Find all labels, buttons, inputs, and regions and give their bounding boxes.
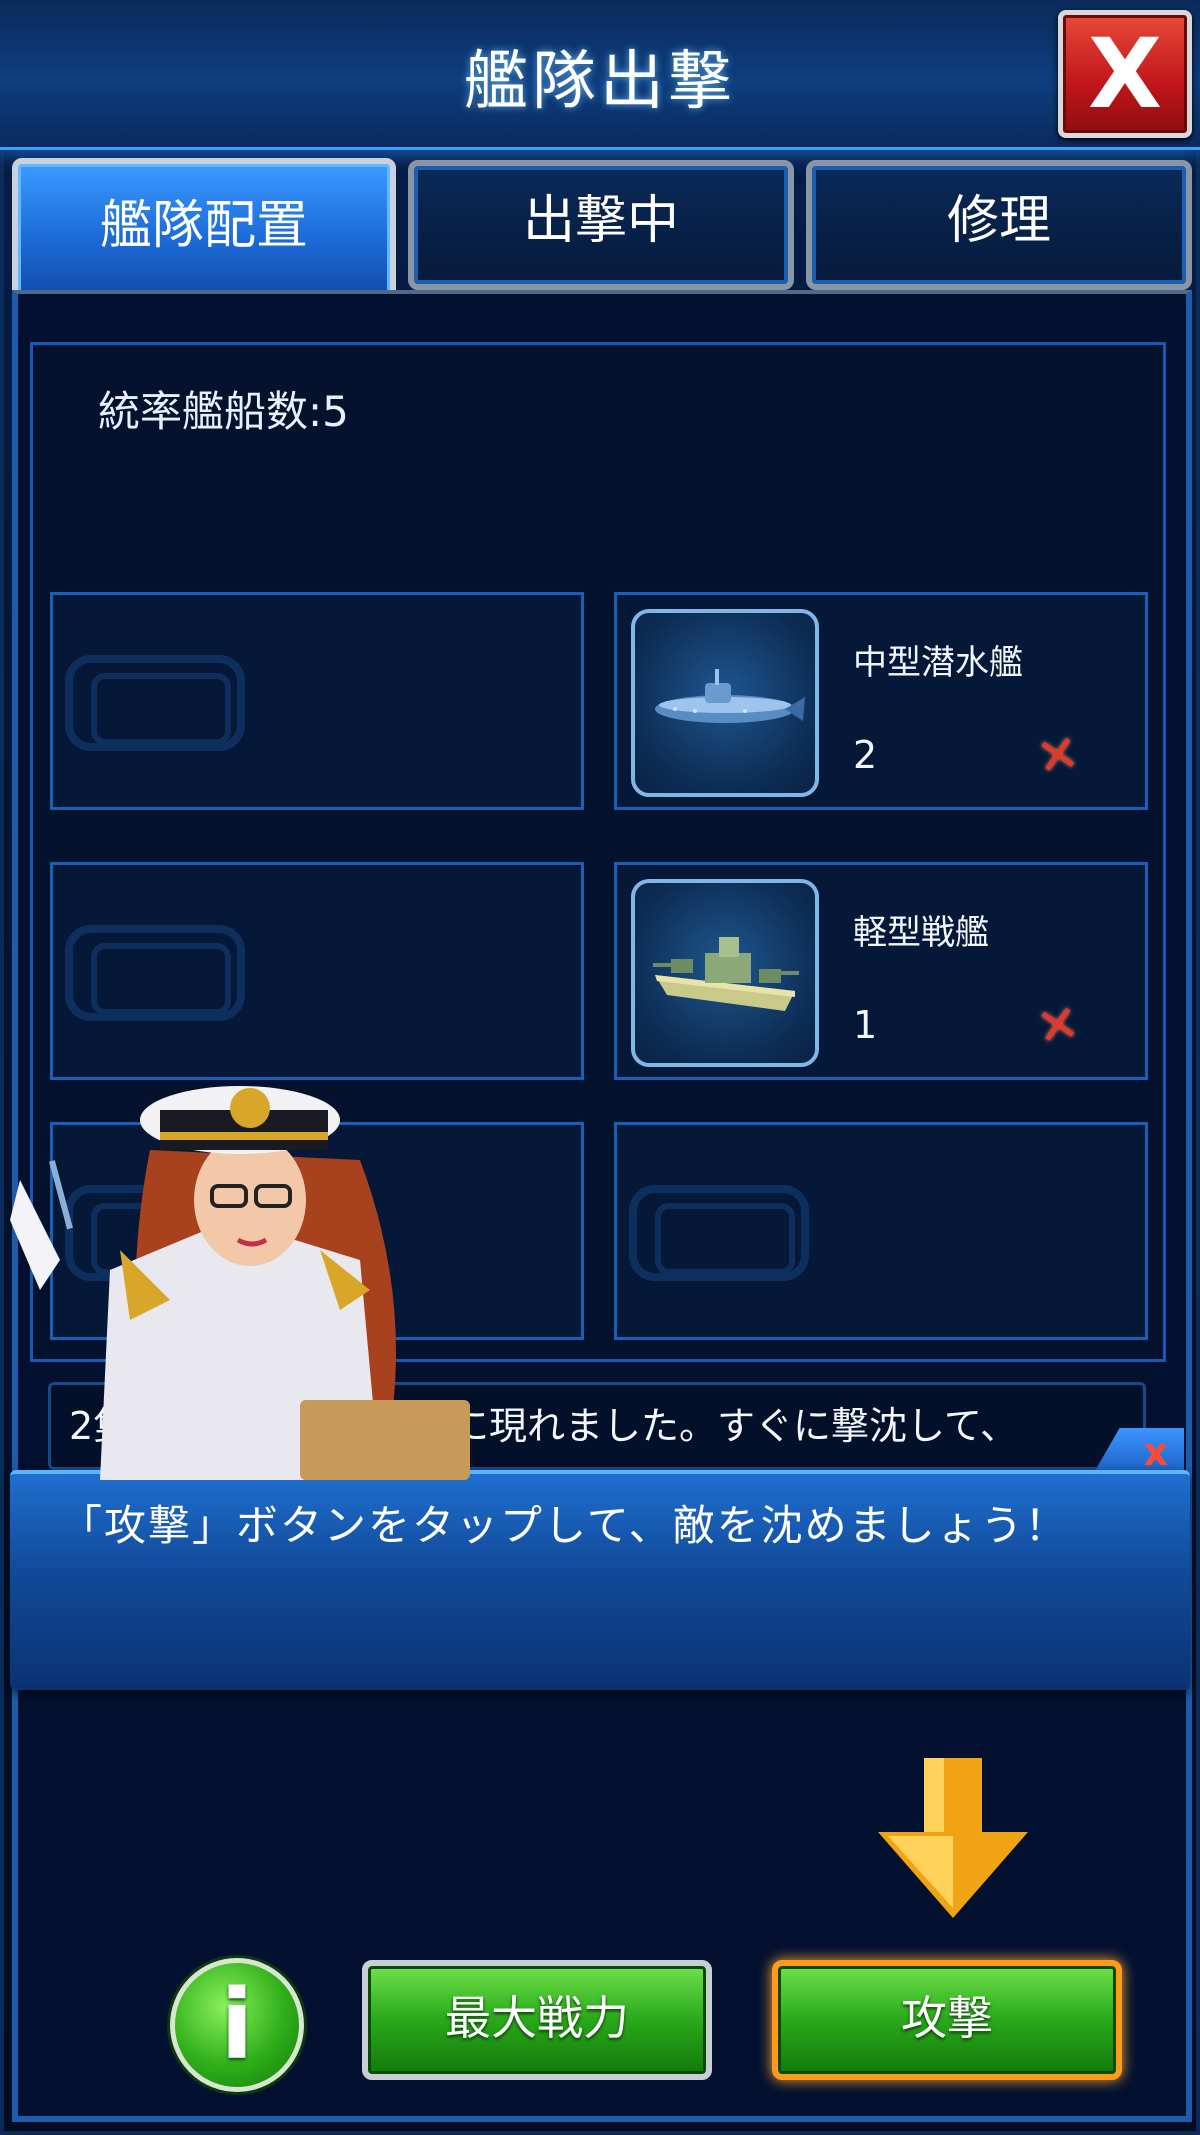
battleship-icon: [631, 879, 819, 1067]
arrow-down-icon: [878, 1758, 1028, 1918]
remove-ship-button[interactable]: ✕: [1032, 723, 1089, 787]
command-count-label: 統率艦船数:5: [98, 387, 349, 436]
tab-sortie[interactable]: 出撃中: [408, 160, 794, 290]
submarine-icon: [631, 609, 819, 797]
attack-button[interactable]: 攻撃: [772, 1960, 1122, 2080]
remove-ship-button[interactable]: ✕: [1032, 993, 1089, 1057]
empty-slot-icon: [65, 655, 245, 751]
ship-count: 2: [853, 733, 878, 777]
empty-slot-icon: [629, 1185, 809, 1281]
close-icon: X: [1087, 18, 1162, 130]
tutorial-tip-text: 「攻撃」ボタンをタップして、敵を沈めましょう！: [60, 1501, 1069, 1550]
max-power-button[interactable]: 最大戦力: [362, 1960, 712, 2080]
fleet-slot-submarine[interactable]: 中型潜水艦 2 ✕: [614, 592, 1148, 810]
story-text: に現れました。すぐに撃沈して、: [451, 1404, 1018, 1448]
tab-repair[interactable]: 修理: [806, 160, 1192, 290]
fleet-slot-empty[interactable]: [614, 1122, 1148, 1340]
page-title: 艦隊出撃: [464, 45, 736, 119]
tab-bar: 艦隊配置 出撃中 修理: [0, 150, 1200, 308]
commander-portrait: [0, 1000, 470, 1480]
header-bar: 艦隊出撃 X: [0, 0, 1200, 150]
ship-name: 軽型戦艦: [853, 913, 989, 953]
ship-count: 1: [853, 1003, 878, 1047]
tab-fleet-deploy[interactable]: 艦隊配置: [12, 158, 396, 308]
fleet-slot-battleship[interactable]: 軽型戦艦 1 ✕: [614, 862, 1148, 1080]
close-button[interactable]: X: [1058, 10, 1192, 138]
fleet-slot-empty[interactable]: [50, 592, 584, 810]
info-button[interactable]: i: [170, 1958, 304, 2092]
close-icon: x: [1143, 1430, 1168, 1474]
ship-name: 中型潜水艦: [853, 643, 1023, 683]
